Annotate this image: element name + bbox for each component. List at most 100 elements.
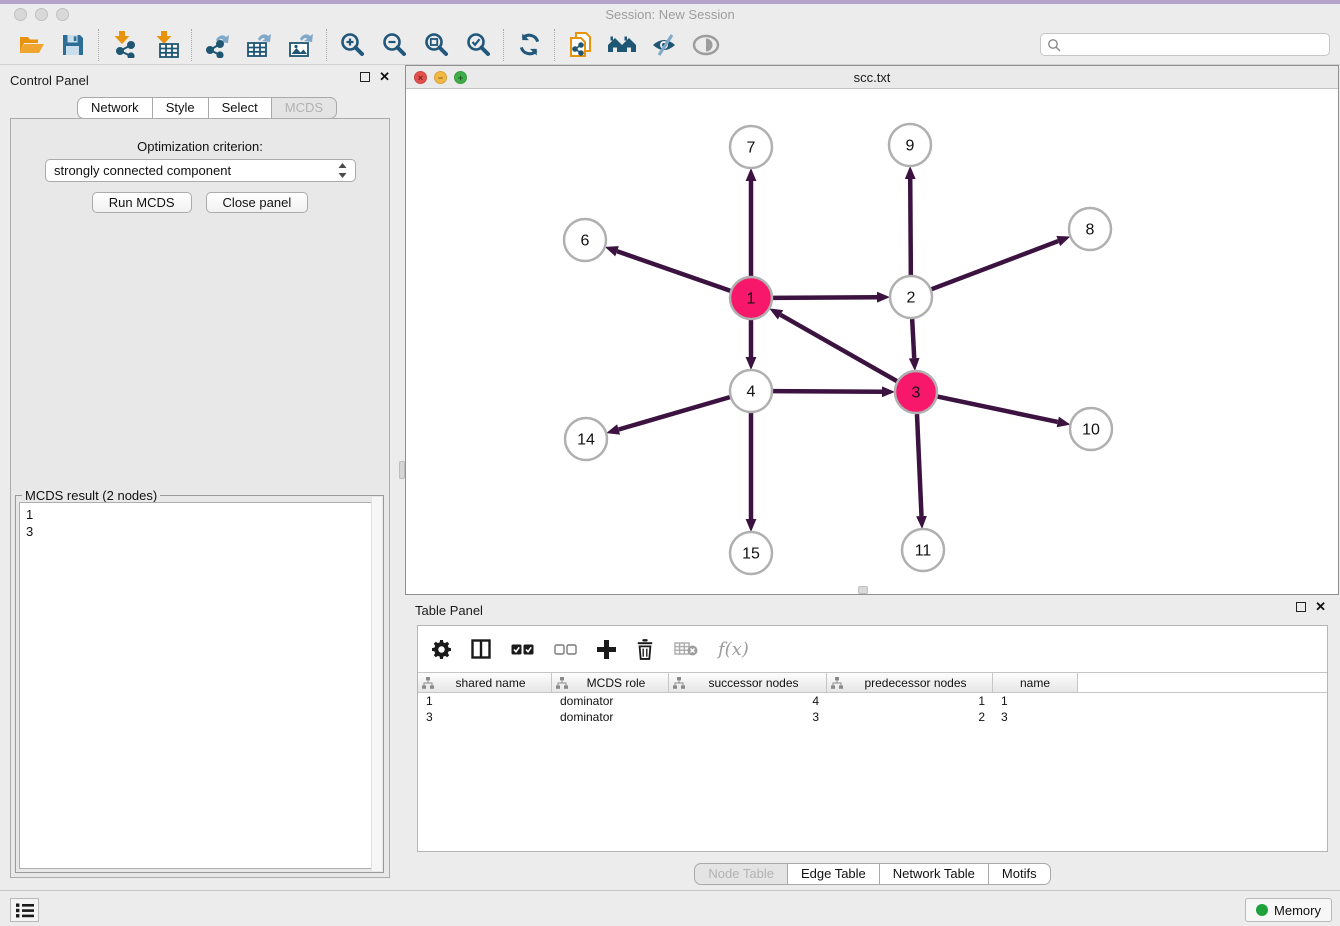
graph-node-1[interactable]: 1 bbox=[730, 277, 772, 319]
table-row[interactable]: 3dominator323 bbox=[418, 709, 1327, 725]
float-table-panel-icon[interactable] bbox=[1296, 602, 1306, 612]
open-session-button[interactable] bbox=[10, 28, 52, 62]
run-mcds-button[interactable]: Run MCDS bbox=[92, 192, 192, 213]
graph-node-2[interactable]: 2 bbox=[890, 276, 932, 318]
tab-network-table[interactable]: Network Table bbox=[880, 863, 989, 885]
close-panel-button[interactable]: Close panel bbox=[206, 192, 309, 213]
deselect-all-button[interactable] bbox=[554, 643, 577, 656]
zoom-fit-icon bbox=[423, 32, 449, 58]
graph-node-label: 9 bbox=[906, 138, 915, 155]
show-columns-button[interactable] bbox=[471, 639, 491, 659]
function-builder-button[interactable]: f(x) bbox=[718, 639, 749, 660]
delete-table-icon bbox=[674, 641, 698, 657]
horizontal-splitter-handle[interactable] bbox=[858, 586, 868, 594]
export-table-button[interactable] bbox=[238, 28, 280, 62]
column-header-name[interactable]: name bbox=[993, 673, 1078, 692]
float-panel-icon[interactable] bbox=[360, 72, 370, 82]
control-panel-title: Control Panel bbox=[10, 73, 89, 88]
graph-node-11[interactable]: 11 bbox=[902, 529, 944, 571]
graph-node-9[interactable]: 9 bbox=[889, 124, 931, 166]
export-image-icon bbox=[287, 31, 315, 58]
memory-button[interactable]: Memory bbox=[1245, 898, 1332, 922]
table-body: 1dominator4113dominator323 bbox=[418, 693, 1327, 725]
network-window-titlebar[interactable]: × − + scc.txt bbox=[406, 66, 1338, 89]
import-network-button[interactable] bbox=[103, 28, 145, 62]
optimization-criterion-select[interactable]: strongly connected component bbox=[45, 159, 356, 182]
control-panel-tabs: NetworkStyleSelectMCDS bbox=[77, 97, 337, 119]
zoom-selected-icon bbox=[465, 32, 491, 58]
graph-node-label: 8 bbox=[1086, 222, 1095, 239]
hide-graphics-button[interactable] bbox=[643, 28, 685, 62]
export-network-icon bbox=[203, 31, 231, 58]
home-button[interactable] bbox=[601, 28, 643, 62]
titlebar: Session: New Session bbox=[0, 4, 1340, 25]
graph-node-label: 14 bbox=[577, 432, 595, 449]
column-header-predecessor-nodes[interactable]: predecessor nodes bbox=[827, 673, 993, 692]
clone-network-button[interactable] bbox=[559, 28, 601, 62]
tab-mcds[interactable]: MCDS bbox=[272, 97, 337, 119]
graph-edge-1-6[interactable] bbox=[617, 251, 730, 291]
save-session-button[interactable] bbox=[52, 28, 94, 62]
table-row[interactable]: 1dominator411 bbox=[418, 693, 1327, 709]
export-network-button[interactable] bbox=[196, 28, 238, 62]
save-icon bbox=[61, 33, 85, 57]
tab-node-table[interactable]: Node Table bbox=[694, 863, 788, 885]
zoom-selected-button[interactable] bbox=[457, 28, 499, 62]
close-table-panel-icon[interactable]: ✕ bbox=[1315, 601, 1326, 613]
mcds-result-text[interactable]: 13 bbox=[19, 502, 380, 869]
tab-style[interactable]: Style bbox=[153, 97, 209, 119]
graph-node-8[interactable]: 8 bbox=[1069, 208, 1111, 250]
column-header-shared-name[interactable]: shared name bbox=[418, 673, 552, 692]
delete-table-button[interactable] bbox=[674, 641, 698, 657]
graph-edge-2-8[interactable] bbox=[932, 241, 1059, 289]
add-icon bbox=[597, 640, 616, 659]
graph-node-3[interactable]: 3 bbox=[895, 371, 937, 413]
zoom-out-icon bbox=[381, 32, 407, 58]
graph-node-14[interactable]: 14 bbox=[565, 418, 607, 460]
tab-select[interactable]: Select bbox=[209, 97, 272, 119]
zoom-in-button[interactable] bbox=[331, 28, 373, 62]
attribute-icon bbox=[831, 677, 843, 689]
graph-edge-3-11[interactable] bbox=[917, 414, 922, 516]
tab-motifs[interactable]: Motifs bbox=[989, 863, 1051, 885]
graph-edge-2-9[interactable] bbox=[910, 179, 911, 275]
table-settings-button[interactable] bbox=[432, 640, 451, 659]
tab-edge-table[interactable]: Edge Table bbox=[788, 863, 880, 885]
select-all-button[interactable] bbox=[511, 643, 534, 656]
result-scrollbar[interactable] bbox=[371, 497, 382, 871]
graph-edge-4-3[interactable] bbox=[773, 391, 882, 392]
zoom-fit-button[interactable] bbox=[415, 28, 457, 62]
graph-node-label: 6 bbox=[581, 233, 590, 250]
graph-node-6[interactable]: 6 bbox=[564, 219, 606, 261]
graph-edge-3-10[interactable] bbox=[938, 397, 1058, 422]
graph-node-10[interactable]: 10 bbox=[1070, 408, 1112, 450]
tab-network[interactable]: Network bbox=[77, 97, 153, 119]
delete-column-button[interactable] bbox=[636, 639, 654, 660]
zoom-in-icon bbox=[339, 32, 365, 58]
column-header-mcds-role[interactable]: MCDS role bbox=[552, 673, 669, 692]
toolbar-separator bbox=[98, 29, 99, 61]
graph-edge-3-1[interactable] bbox=[781, 315, 897, 381]
graph-edge-1-2[interactable] bbox=[773, 297, 877, 298]
search-input[interactable] bbox=[1065, 37, 1323, 52]
show-details-button[interactable] bbox=[685, 28, 727, 62]
graph-node-15[interactable]: 15 bbox=[730, 532, 772, 574]
graph-edge-2-3[interactable] bbox=[912, 319, 914, 358]
select-all-icon bbox=[511, 643, 534, 656]
attribute-icon bbox=[422, 677, 434, 689]
add-column-button[interactable] bbox=[597, 640, 616, 659]
zoom-out-button[interactable] bbox=[373, 28, 415, 62]
layout-refresh-button[interactable] bbox=[508, 28, 550, 62]
status-list-button[interactable] bbox=[10, 898, 39, 922]
close-panel-icon[interactable]: ✕ bbox=[379, 71, 390, 83]
network-canvas[interactable]: 7 9 6 8 1 2 4 3 14 10 15 11 bbox=[406, 89, 1338, 594]
table-cell: dominator bbox=[552, 694, 669, 708]
status-bar: Memory bbox=[0, 890, 1340, 926]
search-field[interactable] bbox=[1040, 33, 1330, 56]
import-table-button[interactable] bbox=[145, 28, 187, 62]
graph-node-7[interactable]: 7 bbox=[730, 126, 772, 168]
graph-node-4[interactable]: 4 bbox=[730, 370, 772, 412]
export-image-button[interactable] bbox=[280, 28, 322, 62]
graph-edge-4-14[interactable] bbox=[619, 397, 730, 429]
column-header-successor-nodes[interactable]: successor nodes bbox=[669, 673, 827, 692]
